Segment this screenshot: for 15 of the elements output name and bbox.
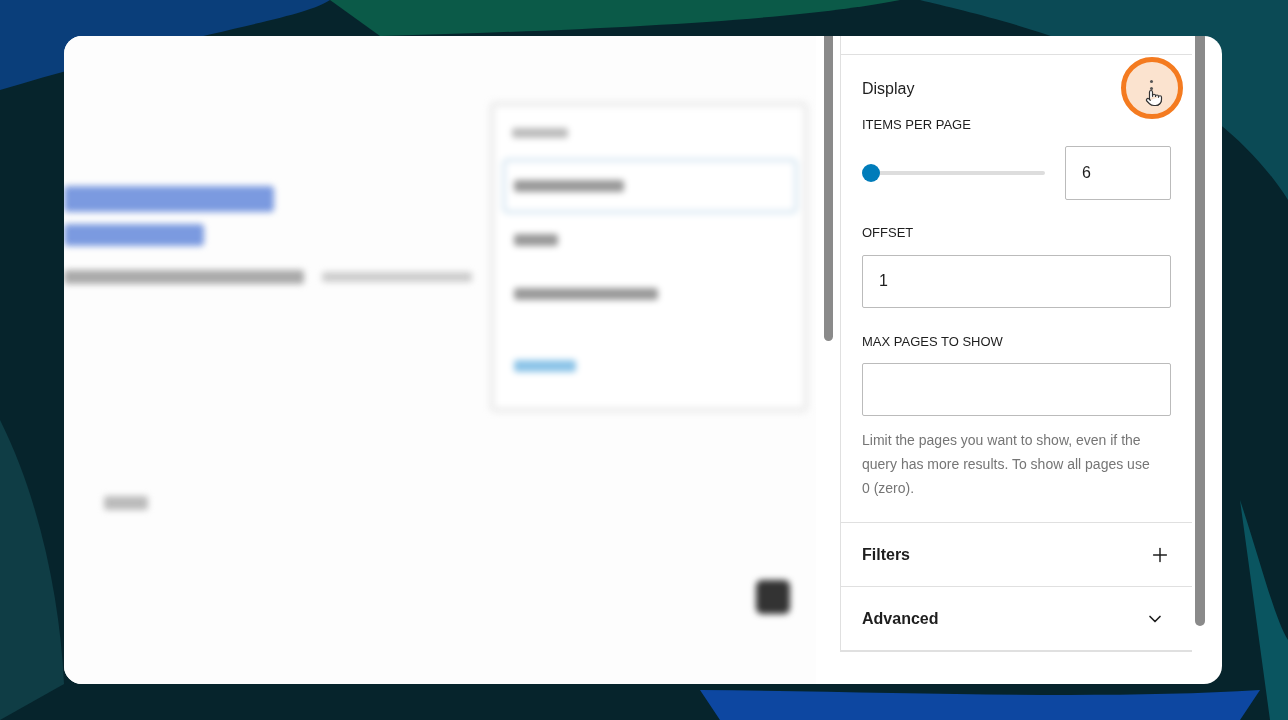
slider-thumb[interactable] <box>862 164 880 183</box>
offset-input[interactable]: 1 <box>862 254 1171 308</box>
panel-section-toggle[interactable]: Advanced <box>841 587 1192 651</box>
field-label: OFFSET <box>862 224 915 243</box>
field-label: ITEMS PER PAGE <box>862 115 972 134</box>
hand-cursor-icon <box>1145 88 1163 107</box>
field-label: MAX PAGES TO SHOW <box>862 332 1004 351</box>
scrollbar-thumb[interactable] <box>824 36 833 341</box>
number-input[interactable]: 6 <box>1065 146 1171 201</box>
scrollbar-thumb[interactable] <box>1195 36 1205 626</box>
slider[interactable] <box>862 164 1045 183</box>
help-text: Limit the pages you want to show, even if the query has more results. To show all pages use 0 (zero). <box>862 431 1151 499</box>
panel-section-toggle[interactable]: Filters <box>841 523 1192 588</box>
max-pages-input[interactable] <box>862 363 1171 417</box>
section-title: Display <box>862 78 915 99</box>
